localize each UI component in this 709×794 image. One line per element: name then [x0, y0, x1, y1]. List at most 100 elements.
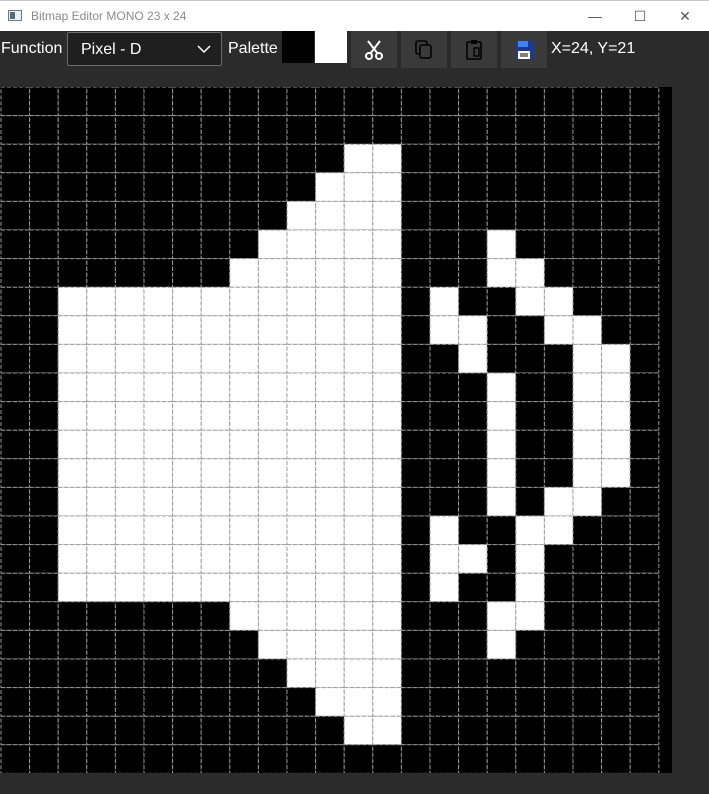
bitmap-pixel[interactable] [29, 687, 59, 717]
bitmap-pixel[interactable] [286, 715, 317, 746]
save-button[interactable] [501, 31, 547, 68]
bitmap-pixel[interactable] [114, 401, 145, 431]
bitmap-pixel[interactable] [400, 229, 431, 260]
bitmap-pixel[interactable] [543, 372, 574, 403]
bitmap-pixel[interactable] [543, 658, 574, 689]
bitmap-pixel[interactable] [515, 172, 545, 202]
bitmap-pixel[interactable] [200, 172, 231, 202]
bitmap-pixel[interactable] [572, 687, 603, 717]
bitmap-pixel[interactable] [29, 401, 59, 431]
bitmap-pixel[interactable] [458, 429, 488, 460]
bitmap-pixel[interactable] [172, 343, 202, 374]
bitmap-pixel[interactable] [257, 343, 288, 374]
bitmap-pixel[interactable] [286, 200, 317, 231]
copy-button[interactable] [401, 31, 447, 68]
bitmap-pixel[interactable] [572, 286, 603, 317]
bitmap-pixel[interactable] [172, 401, 202, 431]
bitmap-pixel[interactable] [257, 429, 288, 460]
bitmap-pixel[interactable] [0, 87, 31, 117]
bitmap-pixel[interactable] [486, 658, 517, 689]
bitmap-pixel[interactable] [286, 315, 317, 345]
bitmap-pixel[interactable] [372, 200, 402, 231]
bitmap-pixel[interactable] [86, 258, 116, 288]
bitmap-pixel[interactable] [200, 115, 231, 145]
bitmap-pixel[interactable] [515, 229, 545, 260]
bitmap-pixel[interactable] [629, 315, 660, 345]
bitmap-pixel[interactable] [114, 343, 145, 374]
bitmap-pixel[interactable] [372, 372, 402, 403]
bitmap-pixel[interactable] [543, 429, 574, 460]
bitmap-pixel[interactable] [572, 715, 603, 746]
bitmap-pixel[interactable] [0, 715, 31, 746]
bitmap-pixel[interactable] [172, 744, 202, 773]
bitmap-pixel[interactable] [257, 87, 288, 117]
bitmap-pixel[interactable] [515, 715, 545, 746]
maximize-button[interactable]: ☐ [617, 1, 663, 31]
bitmap-pixel[interactable] [143, 172, 174, 202]
bitmap-pixel[interactable] [229, 486, 259, 517]
bitmap-pixel[interactable] [86, 715, 116, 746]
bitmap-pixel[interactable] [86, 658, 116, 689]
bitmap-pixel[interactable] [629, 343, 660, 374]
bitmap-pixel[interactable] [0, 229, 31, 260]
bitmap-pixel[interactable] [486, 572, 517, 603]
bitmap-pixel[interactable] [515, 458, 545, 488]
bitmap-pixel[interactable] [143, 200, 174, 231]
bitmap-pixel[interactable] [200, 515, 231, 546]
bitmap-pixel[interactable] [572, 572, 603, 603]
bitmap-pixel[interactable] [572, 315, 603, 345]
bitmap-pixel[interactable] [200, 401, 231, 431]
bitmap-pixel[interactable] [343, 744, 374, 773]
bitmap-pixel[interactable] [601, 515, 631, 546]
bitmap-pixel[interactable] [29, 429, 59, 460]
bitmap-pixel[interactable] [29, 572, 59, 603]
bitmap-pixel[interactable] [57, 544, 88, 574]
bitmap-pixel[interactable] [86, 744, 116, 773]
bitmap-pixel[interactable] [257, 601, 288, 631]
bitmap-pixel[interactable] [172, 429, 202, 460]
bitmap-pixel[interactable] [229, 315, 259, 345]
bitmap-pixel[interactable] [0, 200, 31, 231]
bitmap-pixel[interactable] [114, 687, 145, 717]
bitmap-pixel[interactable] [0, 343, 31, 374]
bitmap-pixel[interactable] [400, 401, 431, 431]
bitmap-pixel[interactable] [200, 87, 231, 117]
bitmap-pixel[interactable] [343, 172, 374, 202]
bitmap-pixel[interactable] [400, 143, 431, 174]
bitmap-pixel[interactable] [629, 715, 660, 746]
bitmap-pixel[interactable] [429, 658, 460, 689]
bitmap-pixel[interactable] [400, 715, 431, 746]
bitmap-pixel[interactable] [601, 658, 631, 689]
bitmap-pixel[interactable] [57, 715, 88, 746]
bitmap-pixel[interactable] [629, 200, 660, 231]
bitmap-pixel[interactable] [143, 343, 174, 374]
bitmap-pixel[interactable] [343, 372, 374, 403]
bitmap-pixel[interactable] [601, 87, 631, 117]
bitmap-pixel[interactable] [29, 372, 59, 403]
bitmap-pixel[interactable] [400, 200, 431, 231]
bitmap-pixel[interactable] [429, 343, 460, 374]
bitmap-pixel[interactable] [315, 172, 345, 202]
bitmap-pixel[interactable] [286, 544, 317, 574]
bitmap-pixel[interactable] [372, 87, 402, 117]
bitmap-pixel[interactable] [57, 115, 88, 145]
bitmap-pixel[interactable] [515, 744, 545, 773]
bitmap-pixel[interactable] [543, 515, 574, 546]
bitmap-pixel[interactable] [29, 87, 59, 117]
bitmap-pixel[interactable] [572, 486, 603, 517]
bitmap-pixel[interactable] [458, 343, 488, 374]
bitmap-pixel[interactable] [143, 629, 174, 660]
bitmap-pixel[interactable] [343, 687, 374, 717]
bitmap-pixel[interactable] [515, 372, 545, 403]
bitmap-pixel[interactable] [372, 572, 402, 603]
bitmap-pixel[interactable] [372, 601, 402, 631]
bitmap-pixel[interactable] [315, 372, 345, 403]
bitmap-pixel[interactable] [343, 458, 374, 488]
bitmap-pixel[interactable] [86, 343, 116, 374]
bitmap-pixel[interactable] [114, 715, 145, 746]
bitmap-pixel[interactable] [458, 687, 488, 717]
bitmap-pixel[interactable] [572, 401, 603, 431]
bitmap-pixel[interactable] [143, 229, 174, 260]
bitmap-pixel[interactable] [29, 515, 59, 546]
bitmap-pixel[interactable] [172, 486, 202, 517]
